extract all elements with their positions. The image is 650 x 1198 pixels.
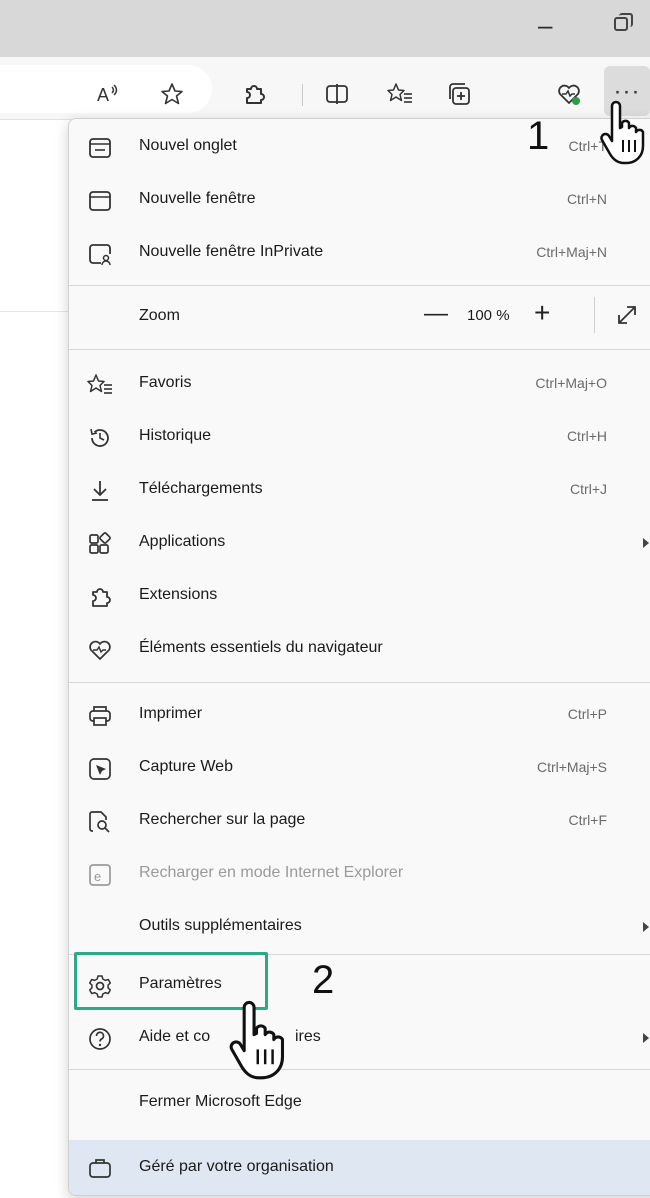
menu-item-find-on-page[interactable]: Rechercher sur la page Ctrl+F bbox=[69, 796, 650, 848]
page-divider bbox=[0, 311, 68, 312]
menu-item-zoom: Zoom — 100 % + bbox=[69, 289, 650, 345]
hand-cursor-icon bbox=[600, 100, 645, 165]
menu-item-label: Nouvel onglet bbox=[139, 137, 237, 154]
menu-item-favorites[interactable]: Favoris Ctrl+Maj+O bbox=[69, 359, 650, 411]
history-icon bbox=[90, 428, 109, 447]
menu-item-label: Téléchargements bbox=[139, 480, 263, 497]
menu-item-label: Éléments essentiels du navigateur bbox=[139, 639, 383, 656]
menu-divider bbox=[69, 285, 650, 286]
extensions-icon[interactable] bbox=[240, 80, 268, 108]
extensions-icon bbox=[92, 588, 111, 607]
read-aloud-icon[interactable]: A bbox=[94, 80, 122, 108]
internet-explorer-icon: e bbox=[89, 864, 111, 886]
menu-item-help[interactable]: Aide et co ires bbox=[69, 1013, 650, 1065]
favorites-icon[interactable] bbox=[386, 80, 414, 108]
toolbar-separator bbox=[302, 84, 303, 106]
menu-item-downloads[interactable]: Téléchargements Ctrl+J bbox=[69, 465, 650, 517]
menu-item-label: Fermer Microsoft Edge bbox=[139, 1093, 302, 1110]
zoom-separator bbox=[594, 297, 595, 333]
zoom-in-button[interactable]: + bbox=[534, 297, 550, 329]
menu-item-shortcut: Ctrl+Maj+N bbox=[536, 244, 607, 260]
favorites-icon bbox=[87, 374, 112, 394]
menu-divider bbox=[69, 349, 650, 350]
help-icon bbox=[89, 1028, 111, 1050]
menu-item-label: Aide et co bbox=[139, 1028, 211, 1045]
managed-by-organization[interactable]: Géré par votre organisation bbox=[69, 1140, 650, 1195]
new-tab-icon bbox=[89, 138, 111, 158]
menu-item-label-tail: ires bbox=[295, 1028, 321, 1045]
web-capture-icon bbox=[89, 758, 111, 780]
minimize-button[interactable]: – bbox=[538, 12, 552, 38]
inprivate-icon bbox=[89, 244, 111, 266]
menu-item-label: Recharger en mode Internet Explorer bbox=[139, 864, 404, 881]
restore-button[interactable] bbox=[614, 13, 633, 31]
menu-item-apps[interactable]: Applications bbox=[69, 518, 650, 570]
submenu-arrow-icon bbox=[643, 538, 649, 548]
menu-item-shortcut: Ctrl+H bbox=[566, 428, 607, 444]
menu-item-web-capture[interactable]: Capture Web Ctrl+Maj+S bbox=[69, 743, 650, 795]
step-number-1: 1 bbox=[527, 114, 550, 158]
menu-item-label: Applications bbox=[139, 533, 226, 550]
menu-item-label: Outils supplémentaires bbox=[139, 917, 302, 934]
menu-item-label: Nouvelle fenêtre bbox=[139, 190, 256, 207]
menu-divider bbox=[69, 1069, 650, 1070]
settings-menu: Nouvel onglet Ctrl+T Nouvelle fenêtre Ct… bbox=[68, 118, 650, 1196]
menu-item-shortcut: Ctrl+F bbox=[568, 812, 608, 828]
menu-item-label: Extensions bbox=[139, 586, 218, 603]
print-icon bbox=[89, 706, 111, 726]
menu-item-browser-essentials[interactable]: Éléments essentiels du navigateur bbox=[69, 624, 650, 676]
menu-item-label: Favoris bbox=[139, 374, 192, 391]
menu-item-label: Capture Web bbox=[139, 758, 233, 775]
menu-item-ie-mode: e Recharger en mode Internet Explorer bbox=[69, 849, 650, 901]
menu-item-shortcut: Ctrl+J bbox=[570, 481, 607, 497]
zoom-out-button[interactable]: — bbox=[424, 300, 448, 328]
menu-item-shortcut: Ctrl+N bbox=[566, 191, 607, 207]
svg-text:e: e bbox=[94, 869, 101, 884]
favorite-star-icon[interactable] bbox=[158, 80, 186, 108]
menu-item-new-window[interactable]: Nouvelle fenêtre Ctrl+N bbox=[69, 175, 650, 227]
menu-item-shortcut: Ctrl+P bbox=[567, 706, 607, 722]
menu-item-label: Nouvelle fenêtre InPrivate bbox=[139, 243, 324, 260]
step-number-2: 2 bbox=[312, 958, 335, 1002]
submenu-arrow-icon bbox=[643, 1033, 649, 1043]
browser-essentials-icon bbox=[89, 640, 111, 660]
managed-label: Géré par votre organisation bbox=[139, 1158, 334, 1175]
zoom-label: Zoom bbox=[139, 307, 180, 324]
collections-icon[interactable] bbox=[445, 80, 473, 108]
menu-item-print[interactable]: Imprimer Ctrl+P bbox=[69, 690, 650, 742]
hand-cursor-icon bbox=[229, 1001, 285, 1080]
briefcase-icon bbox=[89, 1159, 111, 1178]
menu-item-shortcut: Ctrl+Maj+S bbox=[536, 759, 607, 775]
menu-item-inprivate[interactable]: Nouvelle fenêtre InPrivate Ctrl+Maj+N bbox=[69, 228, 650, 280]
find-on-page-icon bbox=[89, 811, 110, 833]
menu-item-history[interactable]: Historique Ctrl+H bbox=[69, 412, 650, 464]
svg-text:A: A bbox=[97, 85, 109, 105]
menu-item-label: Historique bbox=[139, 427, 212, 444]
menu-item-more-tools[interactable]: Outils supplémentaires bbox=[69, 902, 650, 954]
new-window-icon bbox=[89, 191, 111, 211]
menu-item-shortcut: Ctrl+Maj+O bbox=[535, 375, 607, 391]
menu-item-label: Rechercher sur la page bbox=[139, 811, 306, 828]
download-icon bbox=[92, 481, 108, 501]
menu-item-label: Imprimer bbox=[139, 705, 203, 722]
apps-icon bbox=[89, 532, 111, 554]
fullscreen-icon[interactable] bbox=[614, 302, 640, 328]
menu-divider bbox=[69, 682, 650, 683]
submenu-arrow-icon bbox=[643, 922, 649, 932]
zoom-value: 100 % bbox=[467, 307, 510, 324]
split-screen-icon[interactable] bbox=[323, 80, 351, 108]
menu-item-close-edge[interactable]: Fermer Microsoft Edge bbox=[69, 1078, 650, 1130]
title-bar bbox=[0, 0, 650, 57]
menu-item-new-tab[interactable]: Nouvel onglet Ctrl+T bbox=[69, 122, 650, 174]
menu-item-extensions[interactable]: Extensions bbox=[69, 571, 650, 623]
browser-essentials-icon[interactable] bbox=[555, 80, 583, 108]
